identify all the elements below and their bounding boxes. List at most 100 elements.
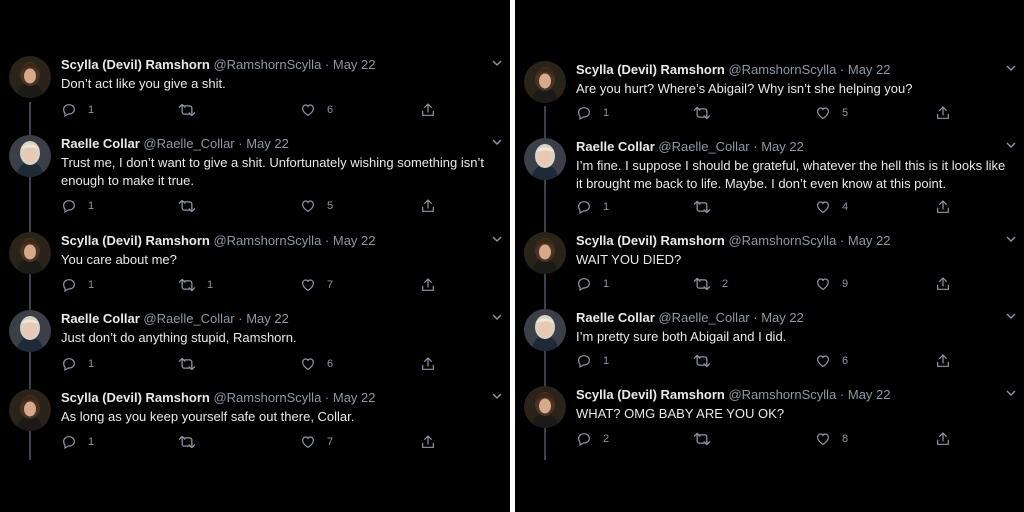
avatar[interactable] xyxy=(9,389,51,431)
chevron-down-icon[interactable] xyxy=(490,135,504,149)
avatar[interactable] xyxy=(524,386,566,428)
like-button[interactable]: 4 xyxy=(815,198,848,216)
like-button[interactable]: 5 xyxy=(815,104,848,122)
like-button[interactable]: 7 xyxy=(300,433,333,451)
display-name[interactable]: Scylla (Devil) Ramshorn xyxy=(576,387,725,402)
share-button[interactable] xyxy=(935,352,951,370)
chevron-down-icon[interactable] xyxy=(1004,309,1018,323)
display-name[interactable]: Scylla (Devil) Ramshorn xyxy=(61,233,210,248)
avatar[interactable] xyxy=(9,232,51,274)
tweet-date[interactable]: May 22 xyxy=(848,387,891,402)
reply-button[interactable]: 1 xyxy=(61,101,94,119)
handle[interactable]: @RamshornScylla xyxy=(213,57,321,72)
display-name[interactable]: Scylla (Devil) Ramshorn xyxy=(61,57,210,72)
handle[interactable]: @Raelle_Collar xyxy=(143,311,234,326)
tweet[interactable]: Raelle Collar @Raelle_Collar · May 22 Jus… xyxy=(0,310,510,390)
tweet-date[interactable]: May 22 xyxy=(761,139,804,154)
tweet-date[interactable]: May 22 xyxy=(333,390,376,405)
tweet-date[interactable]: May 22 xyxy=(333,233,376,248)
tweet[interactable]: Raelle Collar @Raelle_Collar · May 22 I’m… xyxy=(515,309,1024,389)
chevron-down-icon[interactable] xyxy=(490,56,504,70)
chevron-down-icon[interactable] xyxy=(1004,61,1018,75)
retweet-button[interactable] xyxy=(693,352,722,370)
tweet[interactable]: Raelle Collar @Raelle_Collar · May 22 Tru… xyxy=(0,135,510,215)
handle[interactable]: @RamshornScylla xyxy=(728,233,836,248)
tweet-date[interactable]: May 22 xyxy=(246,311,289,326)
tweet-date[interactable]: May 22 xyxy=(848,233,891,248)
share-button[interactable] xyxy=(420,197,436,215)
handle[interactable]: @RamshornScylla xyxy=(213,233,321,248)
reply-button[interactable]: 1 xyxy=(61,276,94,294)
like-button[interactable]: 6 xyxy=(815,352,848,370)
like-button[interactable]: 8 xyxy=(815,430,848,448)
display-name[interactable]: Scylla (Devil) Ramshorn xyxy=(61,390,210,405)
tweet[interactable]: Scylla (Devil) Ramshorn @RamshornScylla … xyxy=(0,56,510,136)
avatar[interactable] xyxy=(524,309,566,351)
handle[interactable]: @Raelle_Collar xyxy=(658,139,749,154)
share-button[interactable] xyxy=(935,275,951,293)
reply-button[interactable]: 1 xyxy=(61,433,94,451)
chevron-down-icon[interactable] xyxy=(490,232,504,246)
like-button[interactable]: 5 xyxy=(300,197,333,215)
tweet-date[interactable]: May 22 xyxy=(246,136,289,151)
retweet-button[interactable] xyxy=(693,104,722,122)
avatar[interactable] xyxy=(524,61,566,103)
avatar[interactable] xyxy=(524,232,566,274)
reply-button[interactable]: 1 xyxy=(61,355,94,373)
tweet-date[interactable]: May 22 xyxy=(761,310,804,325)
retweet-button[interactable]: 2 xyxy=(693,275,728,293)
chevron-down-icon[interactable] xyxy=(490,389,504,403)
display-name[interactable]: Scylla (Devil) Ramshorn xyxy=(576,233,725,248)
tweet[interactable]: Raelle Collar @Raelle_Collar · May 22 I’m… xyxy=(515,138,1024,218)
display-name[interactable]: Scylla (Devil) Ramshorn xyxy=(576,62,725,77)
display-name[interactable]: Raelle Collar xyxy=(61,136,140,151)
share-button[interactable] xyxy=(420,276,436,294)
display-name[interactable]: Raelle Collar xyxy=(61,311,140,326)
handle[interactable]: @RamshornScylla xyxy=(728,62,836,77)
like-button[interactable]: 9 xyxy=(815,275,848,293)
avatar[interactable] xyxy=(9,56,51,98)
share-button[interactable] xyxy=(420,355,436,373)
tweet[interactable]: Scylla (Devil) Ramshorn @RamshornScylla … xyxy=(515,386,1024,466)
reply-button[interactable]: 1 xyxy=(576,198,609,216)
reply-button[interactable]: 1 xyxy=(61,197,94,215)
retweet-button[interactable] xyxy=(178,355,207,373)
retweet-button[interactable] xyxy=(178,433,207,451)
share-button[interactable] xyxy=(420,101,436,119)
tweet[interactable]: Scylla (Devil) Ramshorn @RamshornScylla … xyxy=(515,232,1024,312)
like-button[interactable]: 6 xyxy=(300,355,333,373)
tweet[interactable]: Scylla (Devil) Ramshorn @RamshornScylla … xyxy=(515,61,1024,141)
display-name[interactable]: Raelle Collar xyxy=(576,139,655,154)
avatar[interactable] xyxy=(9,310,51,352)
retweet-button[interactable]: 1 xyxy=(178,276,213,294)
display-name[interactable]: Raelle Collar xyxy=(576,310,655,325)
reply-button[interactable]: 1 xyxy=(576,104,609,122)
share-button[interactable] xyxy=(935,104,951,122)
chevron-down-icon[interactable] xyxy=(1004,138,1018,152)
tweet-date[interactable]: May 22 xyxy=(333,57,376,72)
avatar[interactable] xyxy=(9,135,51,177)
retweet-button[interactable] xyxy=(178,101,207,119)
like-button[interactable]: 6 xyxy=(300,101,333,119)
tweet[interactable]: Scylla (Devil) Ramshorn @RamshornScylla … xyxy=(0,389,510,469)
avatar[interactable] xyxy=(524,138,566,180)
reply-button[interactable]: 1 xyxy=(576,352,609,370)
retweet-button[interactable] xyxy=(693,430,722,448)
handle[interactable]: @RamshornScylla xyxy=(213,390,321,405)
share-button[interactable] xyxy=(935,198,951,216)
retweet-button[interactable] xyxy=(693,198,722,216)
handle[interactable]: @Raelle_Collar xyxy=(658,310,749,325)
tweet[interactable]: Scylla (Devil) Ramshorn @RamshornScylla … xyxy=(0,232,510,312)
like-button[interactable]: 7 xyxy=(300,276,333,294)
tweet-date[interactable]: May 22 xyxy=(848,62,891,77)
handle[interactable]: @Raelle_Collar xyxy=(143,136,234,151)
reply-button[interactable]: 1 xyxy=(576,275,609,293)
handle[interactable]: @RamshornScylla xyxy=(728,387,836,402)
chevron-down-icon[interactable] xyxy=(490,310,504,324)
reply-button[interactable]: 2 xyxy=(576,430,609,448)
chevron-down-icon[interactable] xyxy=(1004,386,1018,400)
chevron-down-icon[interactable] xyxy=(1004,232,1018,246)
retweet-button[interactable] xyxy=(178,197,207,215)
share-button[interactable] xyxy=(935,430,951,448)
share-button[interactable] xyxy=(420,433,436,451)
